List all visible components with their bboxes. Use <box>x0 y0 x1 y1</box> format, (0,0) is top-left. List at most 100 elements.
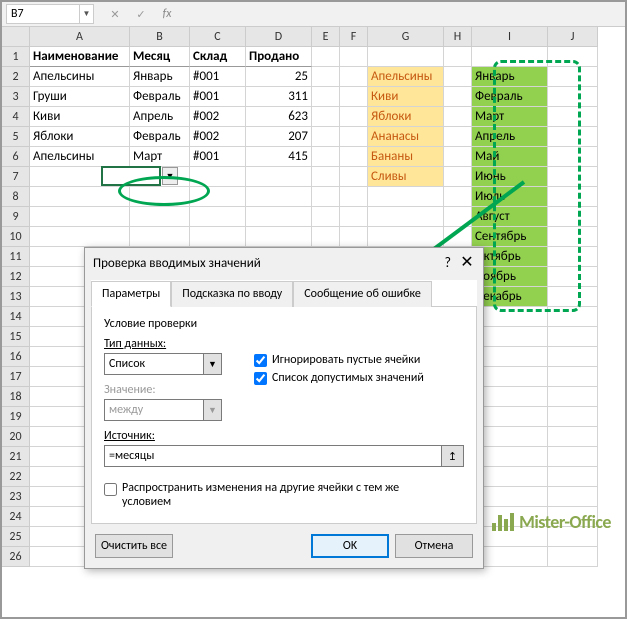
cancel-formula-icon[interactable]: ✕ <box>104 4 126 24</box>
cell-F2[interactable] <box>340 67 368 87</box>
cell-H8[interactable] <box>444 187 472 207</box>
cell-G9[interactable] <box>368 207 444 227</box>
cell-C5[interactable]: #002 <box>190 127 246 147</box>
col-header-G[interactable]: G <box>368 27 444 47</box>
row-header-6[interactable]: 6 <box>2 147 30 167</box>
range-picker-icon[interactable]: ↥ <box>442 445 464 467</box>
cell-D8[interactable] <box>246 187 312 207</box>
col-header-D[interactable]: D <box>246 27 312 47</box>
cell-B2[interactable]: Январь <box>130 67 190 87</box>
cell-G4[interactable]: Яблоки <box>368 107 444 127</box>
cell-D10[interactable] <box>246 227 312 247</box>
row-header-9[interactable]: 9 <box>2 207 30 227</box>
cell-H4[interactable] <box>444 107 472 127</box>
col-header-F[interactable]: F <box>340 27 368 47</box>
row-header-7[interactable]: 7 <box>2 167 30 187</box>
cell-G8[interactable] <box>368 187 444 207</box>
cell-A5[interactable]: Яблоки <box>30 127 130 147</box>
cell-D5[interactable]: 207 <box>246 127 312 147</box>
confirm-formula-icon[interactable]: ✓ <box>130 4 152 24</box>
cell-A8[interactable] <box>30 187 130 207</box>
cell-H5[interactable] <box>444 127 472 147</box>
cell-C10[interactable] <box>190 227 246 247</box>
cell-G5[interactable]: Ананасы <box>368 127 444 147</box>
row-header-25[interactable]: 25 <box>2 527 30 547</box>
row-header-1[interactable]: 1 <box>2 47 30 67</box>
col-header-B[interactable]: B <box>130 27 190 47</box>
cell-C2[interactable]: #001 <box>190 67 246 87</box>
cell-E8[interactable] <box>312 187 340 207</box>
row-header-15[interactable]: 15 <box>2 327 30 347</box>
cell-G7[interactable]: Сливы <box>368 167 444 187</box>
cell-E10[interactable] <box>312 227 340 247</box>
cell-H1[interactable] <box>444 47 472 67</box>
fx-icon[interactable]: fx <box>156 4 178 24</box>
propagate-checkbox[interactable]: Распространить изменения на другие ячейк… <box>104 481 464 509</box>
row-header-2[interactable]: 2 <box>2 67 30 87</box>
row-header-11[interactable]: 11 <box>2 247 30 267</box>
col-header-A[interactable]: A <box>30 27 130 47</box>
dialog-close-icon[interactable]: ✕ <box>457 252 477 272</box>
row-header-17[interactable]: 17 <box>2 367 30 387</box>
cell-G2[interactable]: Апельсины <box>368 67 444 87</box>
cell-E6[interactable] <box>312 147 340 167</box>
cell-A10[interactable] <box>30 227 130 247</box>
row-header-22[interactable]: 22 <box>2 467 30 487</box>
row-header-3[interactable]: 3 <box>2 87 30 107</box>
row-header-19[interactable]: 19 <box>2 407 30 427</box>
col-header-I[interactable]: I <box>472 27 548 47</box>
cell-G6[interactable]: Бананы <box>368 147 444 167</box>
clear-all-button[interactable]: Очистить все <box>95 534 173 558</box>
select-all-corner[interactable] <box>2 27 30 47</box>
cancel-button[interactable]: Отмена <box>395 534 473 558</box>
row-header-10[interactable]: 10 <box>2 227 30 247</box>
name-box[interactable] <box>6 4 80 24</box>
cell-A1[interactable]: Наименование <box>30 47 130 67</box>
cell-J26[interactable] <box>548 547 598 567</box>
cell-J21[interactable] <box>548 447 598 467</box>
cell-C3[interactable]: #001 <box>190 87 246 107</box>
row-header-8[interactable]: 8 <box>2 187 30 207</box>
cell-B6[interactable]: Март <box>130 147 190 167</box>
allowed-list-checkbox[interactable]: Список допустимых значений <box>254 371 424 385</box>
cell-J23[interactable] <box>548 487 598 507</box>
row-header-5[interactable]: 5 <box>2 127 30 147</box>
cell-B9[interactable] <box>130 207 190 227</box>
cell-G10[interactable] <box>368 227 444 247</box>
row-header-4[interactable]: 4 <box>2 107 30 127</box>
cell-E7[interactable] <box>312 167 340 187</box>
cell-D4[interactable]: 623 <box>246 107 312 127</box>
cell-J15[interactable] <box>548 327 598 347</box>
cell-E2[interactable] <box>312 67 340 87</box>
row-header-18[interactable]: 18 <box>2 387 30 407</box>
cell-D6[interactable]: 415 <box>246 147 312 167</box>
cell-D7[interactable] <box>246 167 312 187</box>
cell-J17[interactable] <box>548 367 598 387</box>
cell-F8[interactable] <box>340 187 368 207</box>
row-header-12[interactable]: 12 <box>2 267 30 287</box>
cell-E9[interactable] <box>312 207 340 227</box>
cell-H9[interactable] <box>444 207 472 227</box>
cell-H10[interactable] <box>444 227 472 247</box>
chevron-down-icon[interactable]: ▼ <box>204 353 222 375</box>
cell-D9[interactable] <box>246 207 312 227</box>
col-header-J[interactable]: J <box>548 27 598 47</box>
cell-J19[interactable] <box>548 407 598 427</box>
cell-E1[interactable] <box>312 47 340 67</box>
cell-B4[interactable]: Апрель <box>130 107 190 127</box>
cell-H7[interactable] <box>444 167 472 187</box>
tab-error-message[interactable]: Сообщение об ошибке <box>293 281 432 307</box>
ignore-empty-checkbox[interactable]: Игнорировать пустые ячейки <box>254 353 424 367</box>
name-box-dropdown[interactable]: ▼ <box>80 4 94 24</box>
cell-J18[interactable] <box>548 387 598 407</box>
cell-A3[interactable]: Груши <box>30 87 130 107</box>
row-header-14[interactable]: 14 <box>2 307 30 327</box>
cell-F9[interactable] <box>340 207 368 227</box>
cell-B1[interactable]: Месяц <box>130 47 190 67</box>
cell-F10[interactable] <box>340 227 368 247</box>
cell-D3[interactable]: 311 <box>246 87 312 107</box>
cell-B5[interactable]: Февраль <box>130 127 190 147</box>
tab-input-hint[interactable]: Подсказка по вводу <box>171 281 293 307</box>
cell-F3[interactable] <box>340 87 368 107</box>
dialog-help-icon[interactable]: ? <box>445 254 452 271</box>
